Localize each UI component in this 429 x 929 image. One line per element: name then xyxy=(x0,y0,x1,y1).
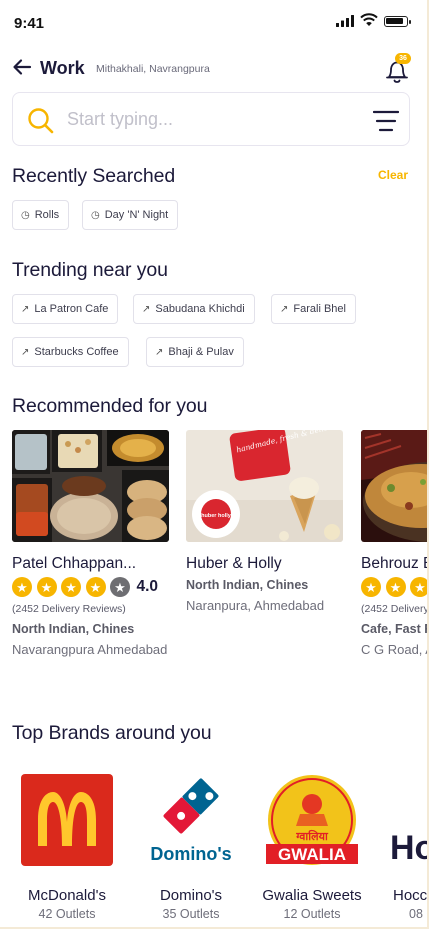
search-bar[interactable] xyxy=(12,92,410,146)
chip-label: Rolls xyxy=(34,209,60,221)
notification-badge: 36 xyxy=(395,53,411,64)
rating-stars: ★ ★ ★ ★ ★ 4.0 xyxy=(12,576,158,598)
back-arrow-icon[interactable] xyxy=(12,58,32,76)
gwalia-logo: ग्वालिया GWALIA xyxy=(266,775,358,865)
recent-search-chip[interactable]: ◷ Rolls xyxy=(12,200,70,230)
brand-outlets: 35 Outlets xyxy=(162,907,220,921)
wifi-icon xyxy=(360,13,378,26)
rating-stars: ★ ★ ★ xyxy=(361,576,427,598)
restaurant-card[interactable]: Behrouz Biryani ★ ★ ★ (2452 Delivery Rev… xyxy=(361,430,427,657)
address: Navarangpura Ahmedabad xyxy=(12,642,168,657)
address: Naranpura, Ahmedabad xyxy=(186,598,325,613)
star-icon: ★ xyxy=(36,577,57,597)
mcdonalds-logo xyxy=(21,774,113,866)
star-icon: ★ xyxy=(361,577,381,597)
dominos-logo-text: Domino's xyxy=(150,844,231,864)
restaurant-name: Patel Chhappan... xyxy=(12,555,137,572)
brand-name: McDonald's xyxy=(28,887,106,904)
filter-icon[interactable] xyxy=(373,110,399,132)
restaurant-card[interactable]: Patel Chhappan... ★ ★ ★ ★ ★ 4.0 (2452 De… xyxy=(12,430,172,657)
brand-badge-text: huber holly xyxy=(201,513,232,519)
trending-arrow-icon: ↗ xyxy=(155,346,164,358)
star-icon: ★ xyxy=(12,577,32,597)
trending-chip[interactable]: ↗ Sabudana Khichdi xyxy=(133,294,255,324)
search-input[interactable] xyxy=(67,105,347,133)
restaurant-name: Huber & Holly xyxy=(186,555,282,572)
trending-chip[interactable]: ↗ Starbucks Coffee xyxy=(12,337,129,367)
hocco-logo: Ho xyxy=(390,829,429,867)
history-icon: ◷ xyxy=(91,209,100,221)
recent-search-chip[interactable]: ◷ Day 'N' Night xyxy=(82,200,179,230)
review-count: (2452 Delivery Reviews) xyxy=(12,603,126,615)
chip-label: Day 'N' Night xyxy=(104,209,169,221)
star-icon: ★ xyxy=(85,577,106,597)
trending-chip[interactable]: ↗ Bhaji & Pulav xyxy=(146,337,244,367)
food-thali-image xyxy=(12,430,169,542)
ice-cream-image: handmade, fresh & delicious huber holly xyxy=(186,430,343,542)
review-count: (2452 Delivery Reviews) xyxy=(361,603,429,615)
cuisine: North Indian, Chines xyxy=(186,578,309,592)
star-icon: ★ xyxy=(410,577,427,597)
cuisine: Cafe, Fast Food xyxy=(361,622,427,636)
restaurant-name: Behrouz Biryani xyxy=(361,555,427,572)
brand-name: Domino's xyxy=(159,887,223,904)
trending-chip[interactable]: ↗ Farali Bhel xyxy=(271,294,356,324)
rating-value: 4.0 xyxy=(136,578,159,595)
app-screen: 9:41 Work Mithakhali, Navrangpura 36 Sta… xyxy=(0,0,429,929)
restaurant-card[interactable]: handmade, fresh & delicious huber holly … xyxy=(186,430,346,613)
battery-icon xyxy=(384,16,411,27)
hocco-logo-text: Ho xyxy=(390,829,429,867)
clear-recent-button[interactable]: Clear xyxy=(378,168,408,182)
star-icon: ★ xyxy=(385,577,406,597)
location-title[interactable]: Work xyxy=(40,58,85,79)
trending-arrow-icon: ↗ xyxy=(280,303,289,315)
star-icon: ★ xyxy=(61,577,81,597)
biryani-image xyxy=(361,430,427,542)
chip-label: Bhaji & Pulav xyxy=(168,346,234,358)
recently-searched-title: Recently Searched xyxy=(12,165,176,187)
gwalia-logo-text: GWALIA xyxy=(278,845,346,864)
chip-label: La Patron Cafe xyxy=(34,303,109,315)
signal-icon xyxy=(336,15,354,27)
history-icon: ◷ xyxy=(21,209,30,221)
trending-title: Trending near you xyxy=(12,259,168,281)
dominos-logo: Domino's xyxy=(150,776,232,864)
recommended-title: Recommended for you xyxy=(12,395,208,417)
search-icon xyxy=(28,108,54,134)
brand-outlets: 42 Outlets xyxy=(38,907,96,921)
status-bar: 9:41 xyxy=(0,0,427,46)
brand-outlets: 08 Outlets xyxy=(409,907,427,921)
chip-label: Starbucks Coffee xyxy=(34,346,119,358)
trending-arrow-icon: ↗ xyxy=(21,346,30,358)
brand-outlets: 12 Outlets xyxy=(283,907,341,921)
address: C G Road, Ahmedabad xyxy=(361,642,427,657)
brand-name: Gwalia Sweets xyxy=(262,887,362,904)
star-empty-icon: ★ xyxy=(110,577,130,597)
trending-chip[interactable]: ↗ La Patron Cafe xyxy=(12,294,119,324)
location-subtitle[interactable]: Mithakhali, Navrangpura xyxy=(96,63,210,75)
status-time: 9:41 xyxy=(14,15,45,32)
gwalia-script-text: ग्वालिया xyxy=(295,829,329,843)
brand-name: Hocco xyxy=(393,887,428,904)
trending-arrow-icon: ↗ xyxy=(142,303,151,315)
trending-arrow-icon: ↗ xyxy=(21,303,30,315)
chip-label: Farali Bhel xyxy=(293,303,346,315)
top-brands-title: Top Brands around you xyxy=(12,722,212,744)
cuisine: North Indian, Chines xyxy=(12,622,135,636)
chip-label: Sabudana Khichdi xyxy=(155,303,245,315)
